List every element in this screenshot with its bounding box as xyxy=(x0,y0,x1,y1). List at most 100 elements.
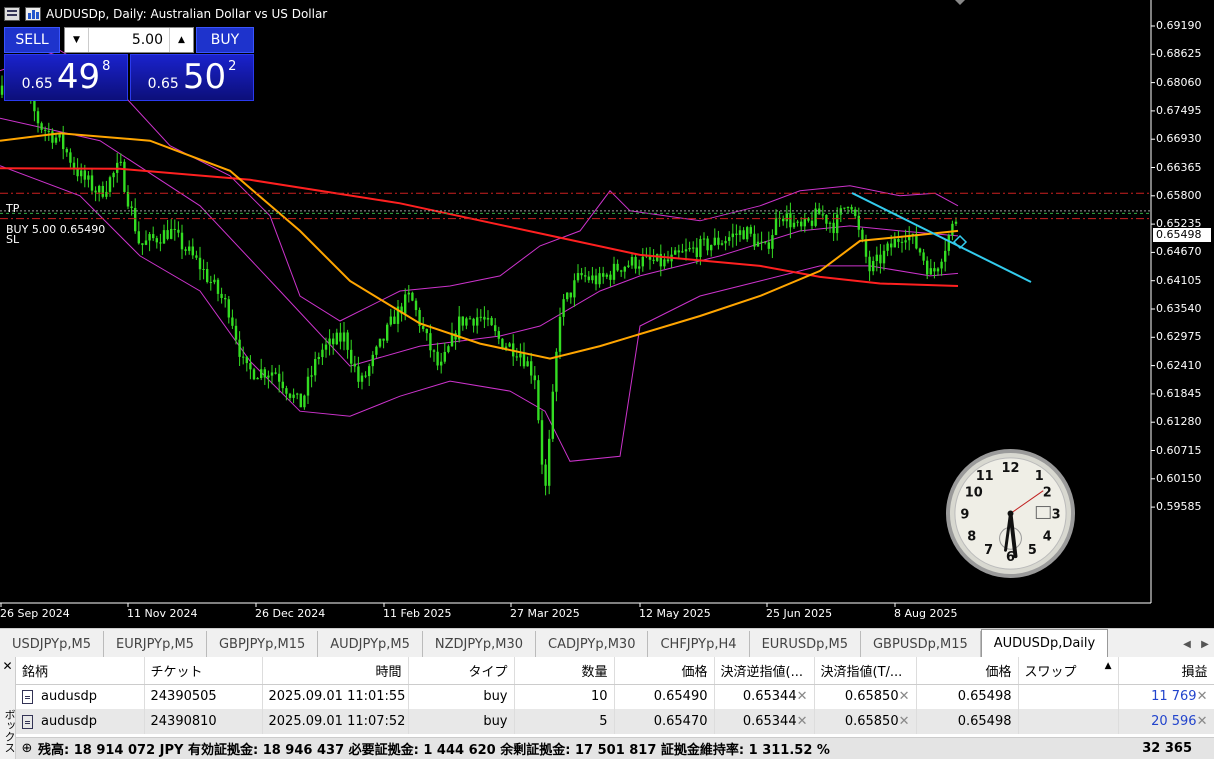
tp-text: 0.65850 xyxy=(844,714,899,729)
y-tick-label: 0.69190 xyxy=(1156,19,1202,32)
candle-body xyxy=(476,317,479,326)
candle-body xyxy=(756,241,760,247)
candle-body xyxy=(245,356,248,364)
chart-tab[interactable]: CHFJPYp,H4 xyxy=(648,631,750,657)
sl-cell[interactable]: 0.65344 ✕ xyxy=(714,709,815,734)
candle-body xyxy=(332,338,335,345)
remove-tp-icon[interactable]: ✕ xyxy=(899,689,910,704)
candle-body xyxy=(123,161,126,192)
candle-body xyxy=(72,162,76,169)
chart-tab[interactable]: EURJPYp,M5 xyxy=(104,631,207,657)
chart-tab[interactable]: GBPUSDp,M15 xyxy=(861,631,981,657)
sell-button[interactable]: SELL xyxy=(4,27,60,53)
candle-body xyxy=(666,259,670,262)
buy-price-pips: 50 xyxy=(182,57,227,97)
candle-body xyxy=(623,266,626,272)
candle-body xyxy=(774,217,778,236)
chart-window[interactable]: AUDUSDp, Daily: Australian Dollar vs US … xyxy=(0,0,1214,628)
candle-body xyxy=(681,251,684,253)
close-terminal-icon[interactable]: ✕ xyxy=(0,659,15,673)
candle-body xyxy=(836,214,839,234)
candle-body xyxy=(44,129,47,131)
expand-icon[interactable]: ⊕ xyxy=(16,741,38,756)
candle-body xyxy=(627,265,630,267)
tab-scroll-left-icon[interactable]: ◀ xyxy=(1183,639,1191,650)
buy-line-label: BUY 5.00 0.65490 xyxy=(6,223,106,236)
col-header-profit[interactable]: 損益 xyxy=(1118,657,1214,685)
chart-tab[interactable]: GBPJPYp,M15 xyxy=(207,631,319,657)
chart-tab[interactable]: CADJPYp,M30 xyxy=(536,631,649,657)
candle-body xyxy=(828,222,832,224)
col-header-symbol[interactable]: 銘柄 xyxy=(16,657,145,685)
remove-tp-icon[interactable]: ✕ xyxy=(899,714,910,729)
candle-body xyxy=(490,317,493,326)
chart-tab[interactable]: AUDJPYp,M5 xyxy=(318,631,423,657)
col-header-price[interactable]: 価格 xyxy=(614,657,715,685)
candle-body xyxy=(108,177,112,192)
col-header-sl[interactable]: 決済逆指値(... xyxy=(714,657,815,685)
candle-body xyxy=(429,333,432,351)
tp-cell[interactable]: 0.65850 ✕ xyxy=(814,684,917,709)
candle-body xyxy=(357,366,360,382)
col-header-ticket[interactable]: チケット xyxy=(144,657,263,685)
buy-button[interactable]: BUY xyxy=(196,27,254,53)
remove-sl-icon[interactable]: ✕ xyxy=(797,689,808,704)
candle-body xyxy=(486,317,490,320)
swap-cell xyxy=(1018,684,1119,709)
tab-scroll-right-icon[interactable]: ▶ xyxy=(1201,639,1209,650)
table-row[interactable]: audusdp 24390810 2025.09.01 11:07:52 buy… xyxy=(16,709,1214,734)
lot-increase-icon[interactable]: ▲ xyxy=(169,28,193,52)
candle-body xyxy=(580,273,583,276)
buy-price-prefix: 0.65 xyxy=(147,76,179,92)
x-tick-label: 11 Feb 2025 xyxy=(383,607,452,620)
col-header-volume[interactable]: 数量 xyxy=(514,657,615,685)
candle-body xyxy=(310,375,313,377)
close-position-icon[interactable]: ✕ xyxy=(1197,689,1208,704)
candle-body xyxy=(87,175,90,180)
remove-sl-icon[interactable]: ✕ xyxy=(797,714,808,729)
chart-tab-label: GBPUSDp,M15 xyxy=(872,636,968,652)
svg-text:1: 1 xyxy=(1035,469,1044,484)
chart-tab[interactable]: AUDUSDp,Daily xyxy=(980,629,1109,657)
buy-price-button[interactable]: 0.65 50 2 xyxy=(130,54,254,101)
volume-cell: 10 xyxy=(514,684,615,709)
candle-body xyxy=(810,220,814,226)
col-header-type[interactable]: タイプ xyxy=(408,657,515,685)
col-header-swap[interactable]: スワップ ▲ xyxy=(1018,657,1119,685)
candle-body xyxy=(522,353,526,367)
candle-body xyxy=(731,233,734,238)
candle-body xyxy=(494,325,497,332)
price-cell: 0.65470 xyxy=(614,709,715,734)
candle-body xyxy=(706,238,709,251)
chart-tab[interactable]: USDJPYp,M5 xyxy=(0,631,104,657)
x-tick-label: 26 Dec 2024 xyxy=(255,607,326,620)
chart-tab[interactable]: NZDJPYp,M30 xyxy=(423,631,537,657)
tp-cell[interactable]: 0.65850 ✕ xyxy=(814,709,917,734)
candle-body xyxy=(904,240,907,243)
lot-size-stepper[interactable]: ▼ 5.00 ▲ xyxy=(64,27,194,53)
col-header-time[interactable]: 時間 xyxy=(262,657,409,685)
candle-body xyxy=(612,263,616,280)
col-header-tp[interactable]: 決済指値(T/... xyxy=(814,657,917,685)
candle-body xyxy=(843,207,846,209)
symbol-cell: audusdp xyxy=(16,684,145,709)
candle-body xyxy=(227,299,230,318)
candle-body xyxy=(80,170,83,177)
candle-body xyxy=(314,359,317,376)
lot-decrease-icon[interactable]: ▼ xyxy=(65,28,89,52)
sell-price-button[interactable]: 0.65 49 8 xyxy=(4,54,128,101)
svg-text:10: 10 xyxy=(965,486,983,501)
sl-cell[interactable]: 0.65344 ✕ xyxy=(714,684,815,709)
position-icon xyxy=(22,714,33,729)
lot-size-input[interactable]: 5.00 xyxy=(89,32,169,48)
one-click-trading-icon[interactable] xyxy=(25,7,41,21)
candle-body xyxy=(767,242,770,249)
close-position-icon[interactable]: ✕ xyxy=(1197,714,1208,729)
chart-menu-icon[interactable] xyxy=(4,7,20,21)
candle-body xyxy=(224,298,227,300)
candle-body xyxy=(951,223,954,236)
candle-body xyxy=(620,270,623,272)
col-header-current-price[interactable]: 価格 xyxy=(916,657,1019,685)
chart-tab[interactable]: EURUSDp,M5 xyxy=(750,631,861,657)
table-row[interactable]: audusdp 24390505 2025.09.01 11:01:55 buy… xyxy=(16,684,1214,709)
